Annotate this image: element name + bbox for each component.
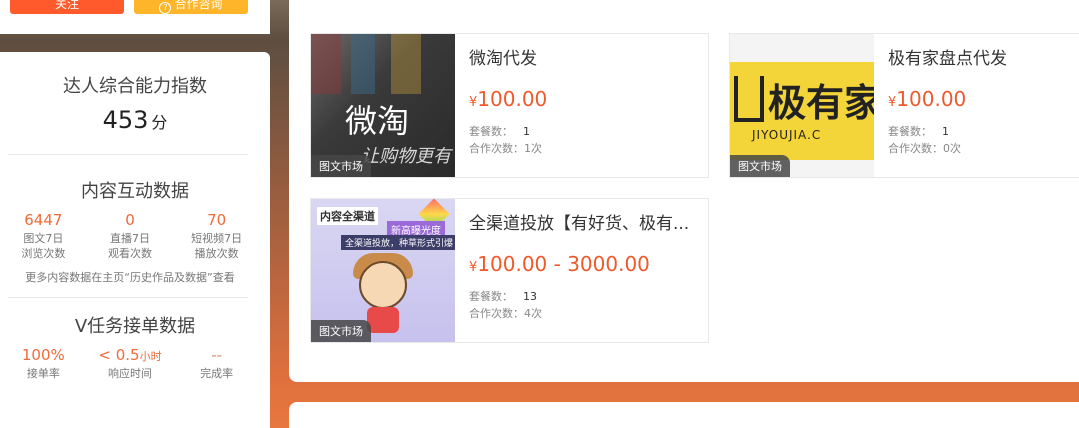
ability-score-value: 453 [102, 106, 149, 134]
stat-value: 6447 [24, 211, 63, 229]
thumb-decor [351, 34, 375, 94]
package-value: 1 [942, 125, 949, 138]
service-title[interactable]: 全渠道投放【有好货、极有... [469, 209, 698, 234]
package-label: 套餐数： [469, 290, 513, 303]
stat-label: 播放次数 [194, 247, 239, 260]
cartoon-body [367, 307, 399, 333]
service-thumbnail[interactable]: 极有家 JIYOUJIA.C 图文市场 [730, 34, 874, 177]
stat-number: -- [211, 346, 223, 364]
stat-video-plays: 70 短视频7日 播放次数 [173, 211, 260, 261]
stat-completion-rate: -- 完成率 [173, 346, 260, 381]
interaction-stats: 6447 图文7日 浏览次数 0 直播7日 观看次数 70 短视频7日 播放次数 [0, 211, 260, 261]
coop-count: 合作次数：1次 [469, 140, 698, 157]
coop-label: 合作次数： [469, 142, 524, 155]
package-value: 13 [523, 290, 537, 303]
service-title[interactable]: 极有家盘点代发 [888, 44, 1079, 69]
coop-value: 4次 [524, 307, 542, 320]
price-value: 100.00 - 3000.00 [477, 252, 650, 276]
stat-label: 浏览次数 [21, 247, 66, 260]
stat-label: 接单率 [26, 367, 60, 380]
service-meta: 套餐数： 1 合作次数：0次 [888, 123, 1079, 157]
market-tag: 图文市场 [311, 155, 371, 177]
stat-live-views: 0 直播7日 观看次数 [87, 211, 174, 261]
service-card[interactable]: 微淘 让购物更有 图文市场 微淘代发 ¥100.00 套餐数： 1 合作次数：1次 [310, 33, 709, 178]
thumb-decor [311, 34, 341, 94]
vtask-title: V任务接单数据 [74, 316, 196, 337]
stat-label: 完成率 [200, 367, 234, 380]
chat-icon: ? [159, 2, 172, 14]
interaction-section: 内容互动数据 6447 图文7日 浏览次数 0 直播7日 观看次数 70 短视频… [0, 155, 270, 285]
package-count: 套餐数： 13 [469, 288, 698, 305]
coop-value: 0次 [943, 142, 961, 155]
vtask-section: V任务接单数据 100% 接单率 < 0.5小时 响应时间 -- 完成率 [0, 298, 270, 381]
cooperate-button[interactable]: ? 合作咨询 [134, 0, 248, 14]
stat-number: < 0.5 [98, 346, 140, 364]
service-title[interactable]: 微淘代发 [469, 44, 698, 69]
price-value: 100.00 [896, 87, 967, 111]
stat-value: -- [173, 346, 260, 364]
coop-count: 合作次数：4次 [469, 305, 698, 322]
thumb-subtitle: JIYOUJIA.C [752, 128, 822, 142]
next-panel [289, 402, 1079, 428]
interaction-note: 更多内容数据在主页“历史作品及数据”查看 [25, 271, 235, 284]
service-info: 微淘代发 ¥100.00 套餐数： 1 合作次数：1次 [469, 44, 698, 157]
service-price: ¥100.00 - 3000.00 [469, 252, 698, 276]
thumb-title: 内容全渠道 [317, 207, 378, 225]
package-label: 套餐数： [888, 125, 932, 138]
stat-response-time: < 0.5小时 响应时间 [87, 346, 174, 381]
service-card[interactable]: 极有家 JIYOUJIA.C 图文市场 极有家盘点代发 ¥100.00 套餐数：… [729, 33, 1079, 178]
house-logo-icon [734, 76, 764, 122]
service-meta: 套餐数： 1 合作次数：1次 [469, 123, 698, 157]
coop-label: 合作次数： [469, 307, 524, 320]
service-thumbnail[interactable]: 微淘 让购物更有 图文市场 [311, 34, 455, 177]
coop-value: 1次 [524, 142, 542, 155]
stat-label: 观看次数 [108, 247, 152, 260]
market-tag: 图文市场 [311, 320, 371, 342]
package-label: 套餐数： [469, 125, 513, 138]
talent-sidebar: 达人综合能力指数 453 分 内容互动数据 6447 图文7日 浏览次数 0 直播… [0, 52, 270, 428]
interaction-title: 内容互动数据 [81, 181, 189, 202]
coop-label: 合作次数： [888, 142, 943, 155]
stat-label: 直播7日 [110, 232, 150, 245]
service-card[interactable]: 内容全渠道 新高曝光度 全渠道投放，种草形式引爆 图文市场 全渠道投放【有好货、… [310, 198, 709, 343]
ability-title: 达人综合能力指数 [63, 76, 207, 97]
top-action-bar: 关注 ? 合作咨询 [0, 0, 270, 34]
stat-graphic-views: 6447 图文7日 浏览次数 [0, 211, 87, 261]
ability-section: 达人综合能力指数 453 分 [0, 52, 270, 134]
service-meta: 套餐数： 13 合作次数：4次 [469, 288, 698, 322]
thumb-caption: 全渠道投放，种草形式引爆 [341, 235, 455, 250]
stat-number: 100% [21, 346, 65, 364]
thumb-decor [391, 34, 421, 94]
stat-value: < 0.5小时 [87, 346, 174, 364]
service-info: 极有家盘点代发 ¥100.00 套餐数： 1 合作次数：0次 [888, 44, 1079, 157]
stat-unit: 小时 [139, 350, 162, 363]
ability-score-unit: 分 [151, 113, 168, 132]
service-info: 全渠道投放【有好货、极有... ¥100.00 - 3000.00 套餐数： 13… [469, 209, 698, 322]
cooperate-button-label: 合作咨询 [174, 0, 223, 11]
thumb-title: 极有家 [768, 81, 874, 125]
follow-button[interactable]: 关注 [10, 0, 124, 14]
stat-label: 短视频7日 [191, 232, 243, 245]
package-count: 套餐数： 1 [469, 123, 698, 140]
stat-label: 响应时间 [108, 367, 152, 380]
service-thumbnail[interactable]: 内容全渠道 新高曝光度 全渠道投放，种草形式引爆 图文市场 [311, 199, 455, 342]
service-price: ¥100.00 [888, 87, 1079, 111]
package-count: 套餐数： 1 [888, 123, 1079, 140]
coop-count: 合作次数：0次 [888, 140, 1079, 157]
stat-value: 0 [125, 211, 135, 229]
package-value: 1 [523, 125, 530, 138]
thumb-title: 微淘 [345, 102, 410, 140]
follow-button-label: 关注 [54, 0, 79, 11]
price-value: 100.00 [477, 87, 548, 111]
cartoon-face [359, 261, 407, 309]
market-tag: 图文市场 [730, 155, 790, 177]
stat-value: 70 [207, 211, 227, 229]
thumb-subtitle: 让购物更有 [361, 146, 451, 167]
stat-accept-rate: 100% 接单率 [0, 346, 87, 381]
ability-score: 453 分 [0, 106, 270, 134]
vtask-stats: 100% 接单率 < 0.5小时 响应时间 -- 完成率 [0, 346, 260, 381]
service-price: ¥100.00 [469, 87, 698, 111]
stat-value: 100% [0, 346, 87, 364]
stat-label: 图文7日 [23, 232, 64, 245]
